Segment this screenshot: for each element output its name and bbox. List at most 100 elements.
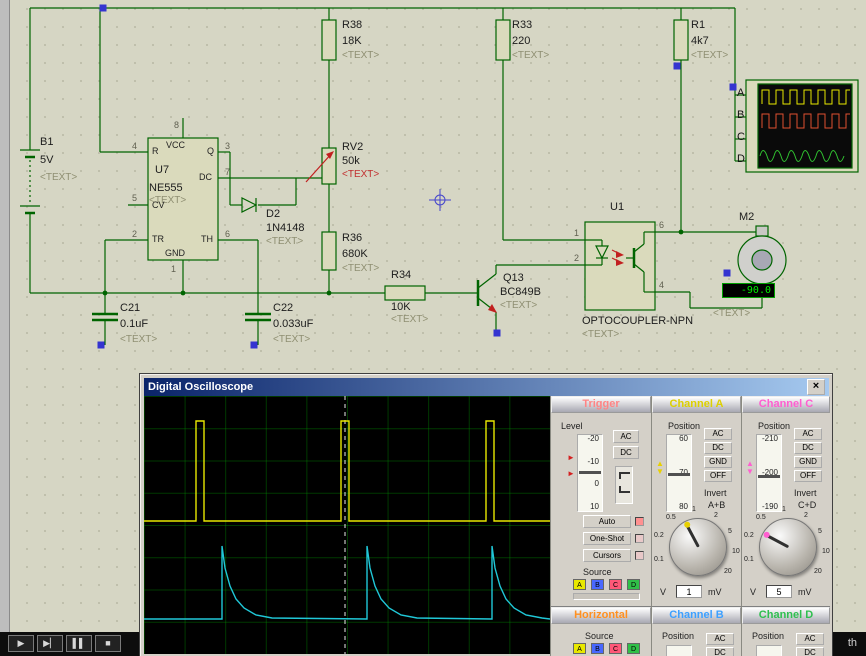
r38-body[interactable] [322,20,336,60]
r34-value[interactable]: 10K [391,302,411,313]
channel-b-position-slider[interactable] [666,645,692,656]
r34-body[interactable] [385,286,425,300]
horizontal-channel-a[interactable]: A [573,643,586,654]
rv2-ref[interactable]: RV2 [342,142,363,153]
knob-dial[interactable] [669,518,727,576]
m2-ref[interactable]: M2 [739,212,754,223]
d2-text[interactable]: <TEXT> [266,237,303,247]
rising-edge-icon[interactable] [619,472,630,479]
trigger-cursors-button[interactable]: Cursors [583,549,631,562]
trigger-dc-button[interactable]: DC [613,446,639,459]
u7-ref[interactable]: U7 [155,165,169,176]
r36-text[interactable]: <TEXT> [342,264,379,274]
trigger-source-selector[interactable] [573,593,640,600]
r34-text[interactable]: <TEXT> [391,315,428,325]
r1-ref[interactable]: R1 [691,20,705,31]
channel-b-dc-button[interactable]: DC [706,647,734,656]
c21-ref[interactable]: C21 [120,303,140,314]
oscilloscope-titlebar[interactable]: Digital Oscilloscope × [144,378,829,396]
q13-text[interactable]: <TEXT> [500,301,537,311]
u1-ref[interactable]: U1 [610,202,624,213]
horizontal-channel-b[interactable]: B [591,643,604,654]
channel-a-gnd-button[interactable]: GND [704,456,732,468]
source-channel-a[interactable]: A [573,579,586,590]
b1-text[interactable]: <TEXT> [40,173,77,183]
d2-ref[interactable]: D2 [266,209,280,220]
rv2-value[interactable]: 50k [342,156,360,167]
knob-dial[interactable] [759,518,817,576]
r1-value[interactable]: 4k7 [691,36,709,47]
c22-value[interactable]: 0.033uF [273,319,313,330]
channel-a-marker-up-icon[interactable]: ▲ [656,460,664,467]
channel-a-marker-down-icon[interactable]: ▼ [656,468,664,475]
r1-body[interactable] [674,20,688,60]
source-channel-c[interactable]: C [609,579,622,590]
trigger-level-marker2-icon[interactable]: ► [567,470,575,477]
u1-text[interactable]: <TEXT> [582,330,619,340]
q13-ref[interactable]: Q13 [503,273,524,284]
channel-a-dc-button[interactable]: DC [704,442,732,454]
selection-handle[interactable] [724,270,731,277]
selection-handle[interactable] [98,342,105,349]
channel-a-ac-button[interactable]: AC [704,428,732,440]
close-button[interactable]: × [807,379,825,395]
pause-button[interactable]: ▌▌ [66,635,92,652]
source-channel-b[interactable]: B [591,579,604,590]
m2-text[interactable]: <TEXT> [713,309,750,319]
rv2-text[interactable]: <TEXT> [342,170,379,180]
b1-ref[interactable]: B1 [40,137,53,148]
r33-value[interactable]: 220 [512,36,530,47]
channel-c-gnd-button[interactable]: GND [794,456,822,468]
channel-a-gain-knob[interactable]: 0.1 0.2 0.5 1 2 5 10 20 [652,504,741,594]
channel-c-gain-knob[interactable]: 0.1 0.2 0.5 1 2 5 10 20 [742,504,830,594]
selection-handle[interactable] [100,5,107,12]
channel-c-invert-label[interactable]: Invert [794,488,817,498]
stop-button[interactable]: ■ [95,635,121,652]
horizontal-channel-d[interactable]: D [627,643,640,654]
r38-value[interactable]: 18K [342,36,362,47]
channel-a-position-slider[interactable]: 60 70 80 [666,434,692,512]
channel-b-ac-button[interactable]: AC [706,633,734,645]
trigger-ac-button[interactable]: AC [613,430,639,443]
c21-value[interactable]: 0.1uF [120,319,148,330]
level-slider-thumb[interactable] [579,471,601,474]
r38-ref[interactable]: R38 [342,20,362,31]
channel-c-marker-down-icon[interactable]: ▼ [746,468,754,475]
r36-ref[interactable]: R36 [342,233,362,244]
channel-c-position-slider[interactable]: -210 -200 -190 [756,434,782,512]
horizontal-channel-c[interactable]: C [609,643,622,654]
position-slider-thumb[interactable] [758,475,780,478]
channel-d-dc-button[interactable]: DC [796,647,824,656]
r36-value[interactable]: 680K [342,249,368,260]
selection-handle[interactable] [251,342,258,349]
trigger-edge-selector[interactable] [615,466,633,504]
channel-a-invert-label[interactable]: Invert [704,488,727,498]
r38-text[interactable]: <TEXT> [342,51,379,61]
trigger-level-marker-icon[interactable]: ► [567,454,575,461]
source-channel-d[interactable]: D [627,579,640,590]
c22-text[interactable]: <TEXT> [273,335,310,345]
channel-a-off-button[interactable]: OFF [704,470,732,482]
r36-body[interactable] [322,232,336,270]
r33-body[interactable] [496,20,510,60]
c22-ref[interactable]: C22 [273,303,293,314]
r33-ref[interactable]: R33 [512,20,532,31]
channel-d-ac-button[interactable]: AC [796,633,824,645]
step-button[interactable]: ▶▏ [37,635,63,652]
trigger-auto-button[interactable]: Auto [583,515,631,528]
d2-value[interactable]: 1N4148 [266,223,305,234]
selection-handle[interactable] [674,63,681,70]
position-slider-thumb[interactable] [668,473,690,476]
u1-value[interactable]: OPTOCOUPLER-NPN [582,316,693,327]
r33-text[interactable]: <TEXT> [512,51,549,61]
selection-handle[interactable] [730,84,737,91]
trigger-level-slider[interactable]: -20 -10 0 10 [577,434,603,512]
q13-value[interactable]: BC849B [500,287,541,298]
c21-text[interactable]: <TEXT> [120,335,157,345]
trigger-oneshot-button[interactable]: One-Shot [583,532,631,545]
channel-c-ac-button[interactable]: AC [794,428,822,440]
b1-value[interactable]: 5V [40,155,53,166]
channel-c-marker-up-icon[interactable]: ▲ [746,460,754,467]
r34-ref[interactable]: R34 [391,270,411,281]
selection-handle[interactable] [494,330,501,337]
